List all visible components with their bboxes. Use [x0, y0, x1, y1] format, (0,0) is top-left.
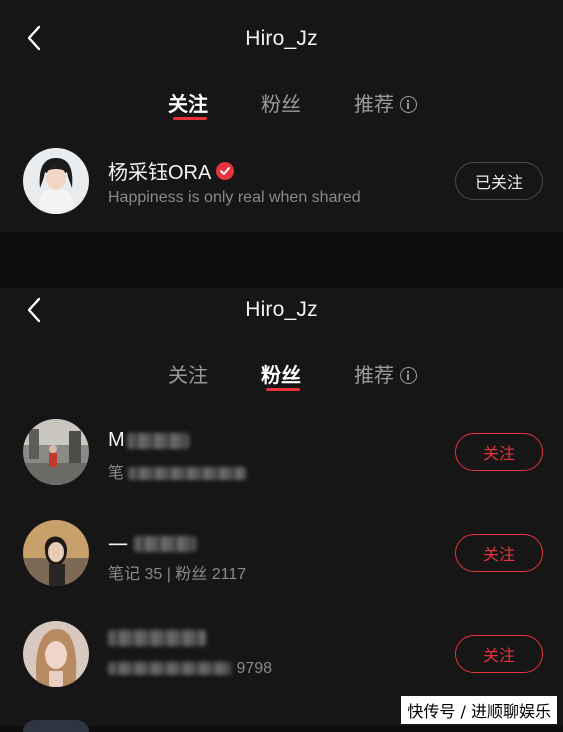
- page-title: Hiro_Jz: [245, 298, 318, 321]
- follower-name-row[interactable]: 一: [108, 529, 196, 558]
- active-tab-indicator: [266, 388, 300, 391]
- tab-recommend[interactable]: 推荐: [354, 88, 417, 117]
- tab-recommend-label: 推荐: [354, 94, 394, 116]
- blurred-name: [108, 630, 206, 646]
- active-tab-indicator: [173, 117, 207, 120]
- blurred-stats: [108, 662, 232, 676]
- follow-button[interactable]: 关注: [455, 534, 543, 572]
- follower-stats-text: 9798: [236, 660, 273, 677]
- follower-stats: 9798: [108, 660, 272, 678]
- tab-recommend[interactable]: 推荐: [354, 359, 417, 388]
- follower-stats: 笔: [108, 459, 247, 483]
- fans-panel: Hiro_Jz 关注 粉丝 推荐 M 笔 关注 一 笔记 35 | 粉丝 211…: [0, 288, 563, 732]
- watermark: 快传号 / 进顺聊娱乐: [401, 696, 557, 724]
- avatar[interactable]: [23, 419, 89, 485]
- avatar[interactable]: [23, 148, 89, 214]
- page-title: Hiro_Jz: [245, 27, 318, 50]
- info-icon[interactable]: [400, 96, 417, 113]
- follower-name: M: [108, 429, 125, 451]
- tab-following[interactable]: 关注: [168, 359, 208, 388]
- follower-stats: 笔记 35 | 粉丝 2117: [108, 566, 247, 583]
- tab-fans[interactable]: 粉丝: [261, 88, 301, 117]
- blurred-stats: [128, 467, 247, 481]
- user-name: 杨采钰ORA: [108, 162, 212, 184]
- verified-check-icon: [216, 161, 235, 180]
- follower-name: 一: [108, 535, 128, 557]
- user-bio: Happiness is only real when shared: [108, 189, 361, 206]
- next-avatar: [23, 720, 89, 732]
- follower-name-row[interactable]: [108, 630, 206, 646]
- follower-name-row[interactable]: M: [108, 429, 189, 452]
- tab-following[interactable]: 关注: [168, 88, 208, 117]
- info-icon[interactable]: [400, 367, 417, 384]
- following-panel: Hiro_Jz 关注 粉丝 推荐 杨采钰ORA Happiness is onl…: [0, 0, 563, 232]
- tab-recommend-label: 推荐: [354, 365, 394, 387]
- avatar[interactable]: [23, 621, 89, 687]
- follower-stats-text: 笔: [108, 465, 125, 482]
- follow-button[interactable]: 关注: [455, 433, 543, 471]
- divider: [0, 232, 563, 288]
- follow-button[interactable]: 关注: [455, 635, 543, 673]
- blurred-name: [134, 535, 196, 552]
- avatar[interactable]: [23, 520, 89, 586]
- blurred-name: [126, 432, 189, 449]
- followed-button[interactable]: 已关注: [455, 162, 543, 200]
- tab-fans[interactable]: 粉丝: [261, 359, 301, 388]
- user-name-row[interactable]: 杨采钰ORA: [108, 156, 235, 185]
